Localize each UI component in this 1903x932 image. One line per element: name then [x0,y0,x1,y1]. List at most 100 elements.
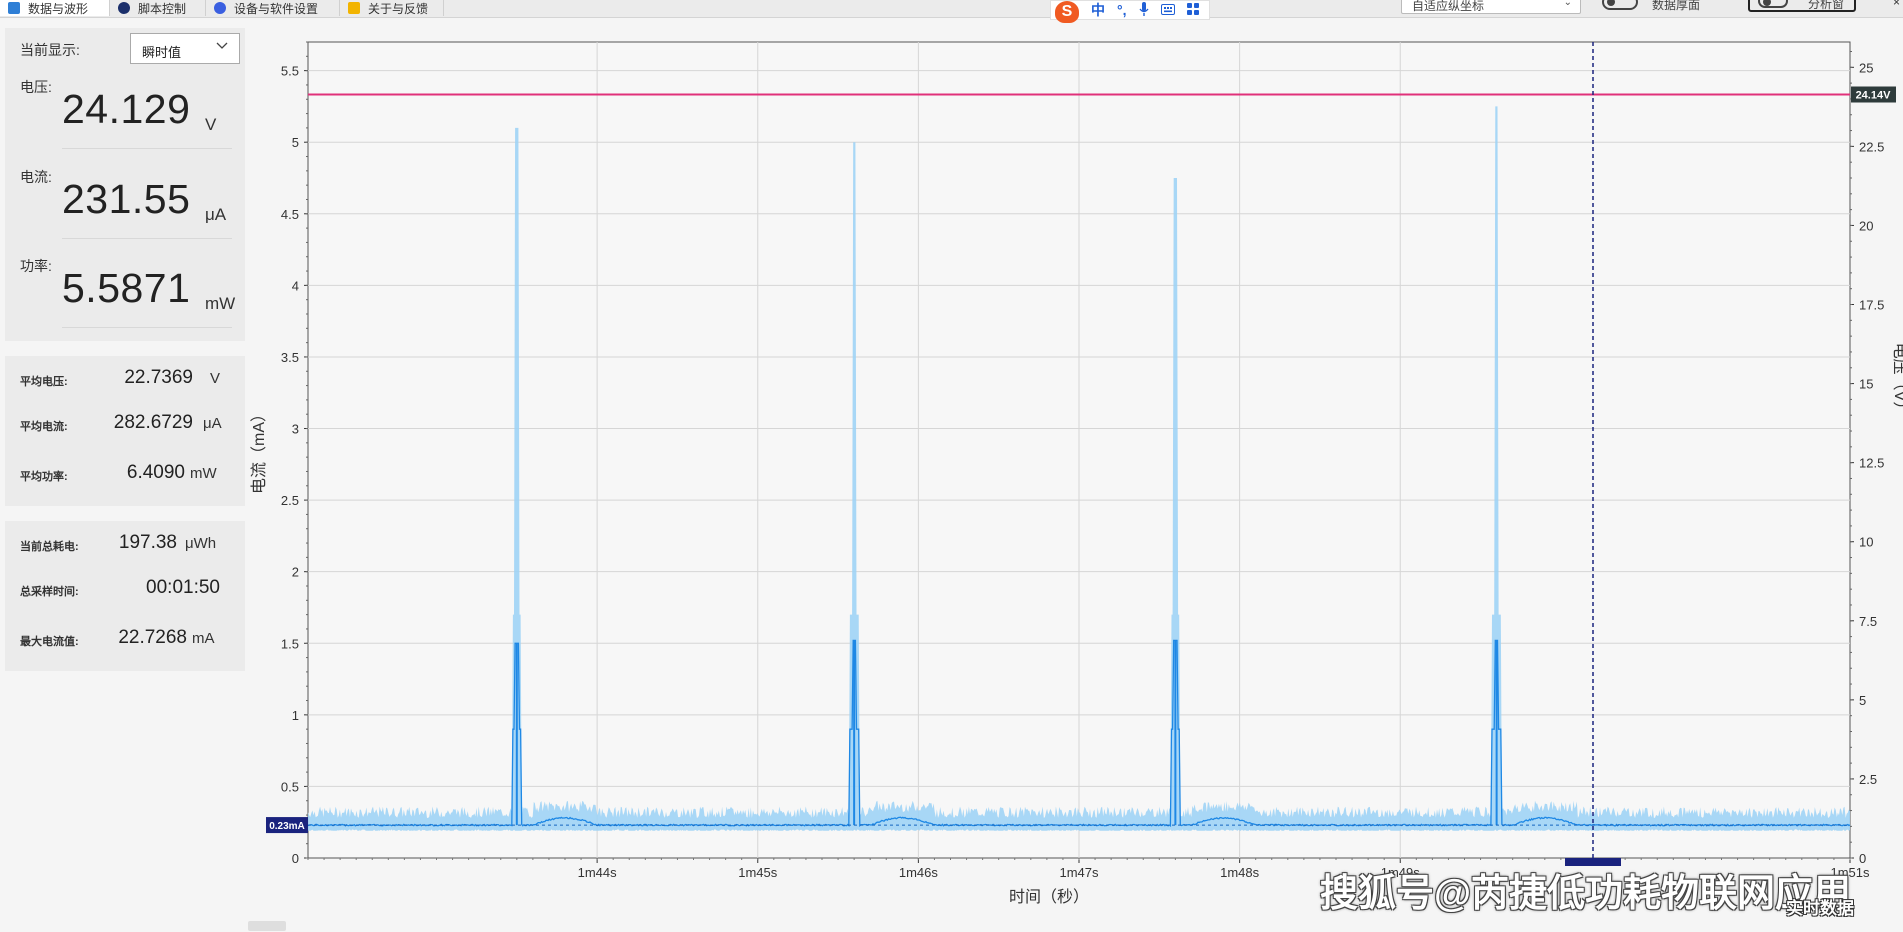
tab-about-feedback[interactable]: 关于与反馈 [340,0,444,16]
analysis-window-label: 分析窗 [1808,0,1845,11]
current-marker-label: 0.23mA [269,821,305,832]
waveform-chart[interactable]: 0 0.5 1 1.5 2 2.5 3 3.5 4 4.5 5 5.5 0 2.5 5 7.5 10 12.5 15… [250,30,1903,927]
tab-data-waveform[interactable]: 数据与波形 [0,0,110,16]
y-tick-label: 4.5 [281,207,299,222]
y2-tick-label: 7.5 [1859,614,1877,629]
tab-device-settings[interactable]: 设备与软件设置 [206,0,340,16]
current-label: 电流: [20,169,52,185]
divider [62,148,232,149]
y2-tick-label: 20 [1859,218,1873,233]
axis-mode-value: 自适应纵坐标 [1412,0,1485,13]
totals-panel: 当前总耗电: 197.38 μWh 总采样时间: 00:01:50 最大电流值:… [5,521,245,671]
avg-current-unit: μA [203,415,222,432]
avg-power-label: 平均功率: [20,471,68,483]
x-tick-label: 1m46s [899,865,939,880]
scrollbar-handle[interactable] [248,921,286,931]
y-tick-label: 1 [292,708,299,723]
watermark: 搜狐号@芮捷低功耗物联网应用 [1320,873,1852,915]
display-mode-dropdown[interactable]: 瞬时值 [130,33,240,64]
y2-tick-label: 0 [1859,851,1866,866]
data-thickness-toggle[interactable] [1602,0,1638,10]
analysis-toggle-switch[interactable] [1758,0,1788,8]
voltage-marker-label: 24.14V [1856,90,1892,102]
axis-mode-select[interactable]: 自适应纵坐标 ⌄ [1401,0,1581,14]
x-axis-title: 时间（秒） [1009,888,1089,906]
voltage-value: 24.129 [62,86,191,132]
x-tick-label: 1m44s [578,865,618,880]
waveform-chart-svg[interactable]: 00.511.522.533.544.555.502.557.51012.515… [250,30,1903,927]
y2-tick-label: 5 [1859,693,1866,708]
tab-label: 关于与反馈 [368,1,429,16]
y2-axis-title: 电压（V） [1891,343,1903,418]
y2-tick-label: 22.5 [1859,139,1884,154]
y-tick-label: 3 [292,422,299,437]
sogou-logo-icon[interactable]: S [1055,1,1079,23]
voltage-label: 电压: [20,79,52,95]
ime-toolbar: S 中 °, [1050,0,1210,23]
voltage-unit: V [205,115,217,134]
tab-label: 设备与软件设置 [234,1,319,16]
total-energy-value: 197.38 [118,532,177,553]
tab-label: 数据与波形 [28,1,89,16]
y-tick-label: 0.5 [281,779,299,794]
avg-voltage-label: 平均电压: [20,376,68,388]
avg-power-value: 6.4090 [126,462,185,483]
divider [62,327,232,328]
y-tick-label: 5.5 [281,64,299,79]
total-energy-label: 当前总耗电: [20,541,79,553]
power-label: 功率: [20,258,52,274]
avg-voltage-value: 22.7369 [124,367,193,388]
tab-label: 脚本控制 [138,1,187,16]
chevron-down-icon [215,40,229,50]
y2-tick-label: 15 [1859,377,1873,392]
ime-punct-toggle[interactable]: °, [1117,2,1127,18]
keyboard-icon[interactable] [1160,2,1175,18]
y2-tick-label: 12.5 [1859,456,1884,471]
script-icon [118,2,130,14]
sample-time-value: 00:01:50 [146,577,220,598]
x-tick-label: 1m48s [1220,865,1260,880]
y-tick-label: 0 [292,851,299,866]
y-tick-label: 3.5 [281,350,299,365]
top-tab-bar: 数据与波形 脚本控制 设备与软件设置 关于与反馈 自适应纵坐标 ⌄ 数据厚面 分… [0,0,1903,18]
y-tick-label: 2 [292,565,299,580]
ime-mode-toggle[interactable]: 中 [1091,0,1105,20]
divider [62,238,232,239]
settings-icon [214,2,226,14]
avg-current-label: 平均电流: [20,421,68,433]
instant-values-panel: 当前显示: 瞬时值 电压: 24.129 V 电流: 231.55 μA 功率:… [5,28,245,341]
y2-tick-label: 25 [1859,60,1873,75]
grid-icon[interactable] [1186,2,1199,18]
analysis-window-toggle[interactable]: 分析窗 [1748,0,1856,12]
x-tick-label: 1m45s [738,865,778,880]
display-mode-value: 瞬时值 [142,45,182,60]
sample-time-label: 总采样时间: [20,586,79,598]
power-value: 5.5871 [62,265,191,311]
y2-tick-label: 17.5 [1859,298,1884,313]
close-icon[interactable]: × [1893,0,1900,9]
watermark-secondary: 实时数据 [1786,899,1854,918]
waveform-icon [8,2,20,14]
tab-script-control[interactable]: 脚本控制 [110,0,206,16]
y2-tick-label: 2.5 [1859,772,1877,787]
total-energy-unit: μWh [185,535,217,552]
y-tick-label: 1.5 [281,636,299,651]
x-tick-label: 1m47s [1059,865,1099,880]
chevron-down-icon: ⌄ [1563,0,1572,8]
mic-icon[interactable] [1138,1,1149,19]
y-tick-label: 5 [292,135,299,150]
current-unit: μA [205,205,227,224]
avg-power-unit: mW [190,465,217,482]
avg-voltage-unit: V [210,370,221,387]
y-tick-label: 2.5 [281,493,299,508]
power-unit: mW [205,294,236,313]
max-current-unit: mA [192,630,215,647]
average-values-panel: 平均电压: 22.7369 V 平均电流: 282.6729 μA 平均功率: … [5,356,245,506]
y2-tick-label: 10 [1859,535,1873,550]
feedback-icon [348,2,360,14]
data-thickness-label: 数据厚面 [1652,0,1701,12]
y-tick-label: 4 [292,278,299,293]
max-current-label: 最大电流值: [20,636,79,648]
current-display-label: 当前显示: [20,42,80,58]
avg-current-value: 282.6729 [113,412,193,433]
